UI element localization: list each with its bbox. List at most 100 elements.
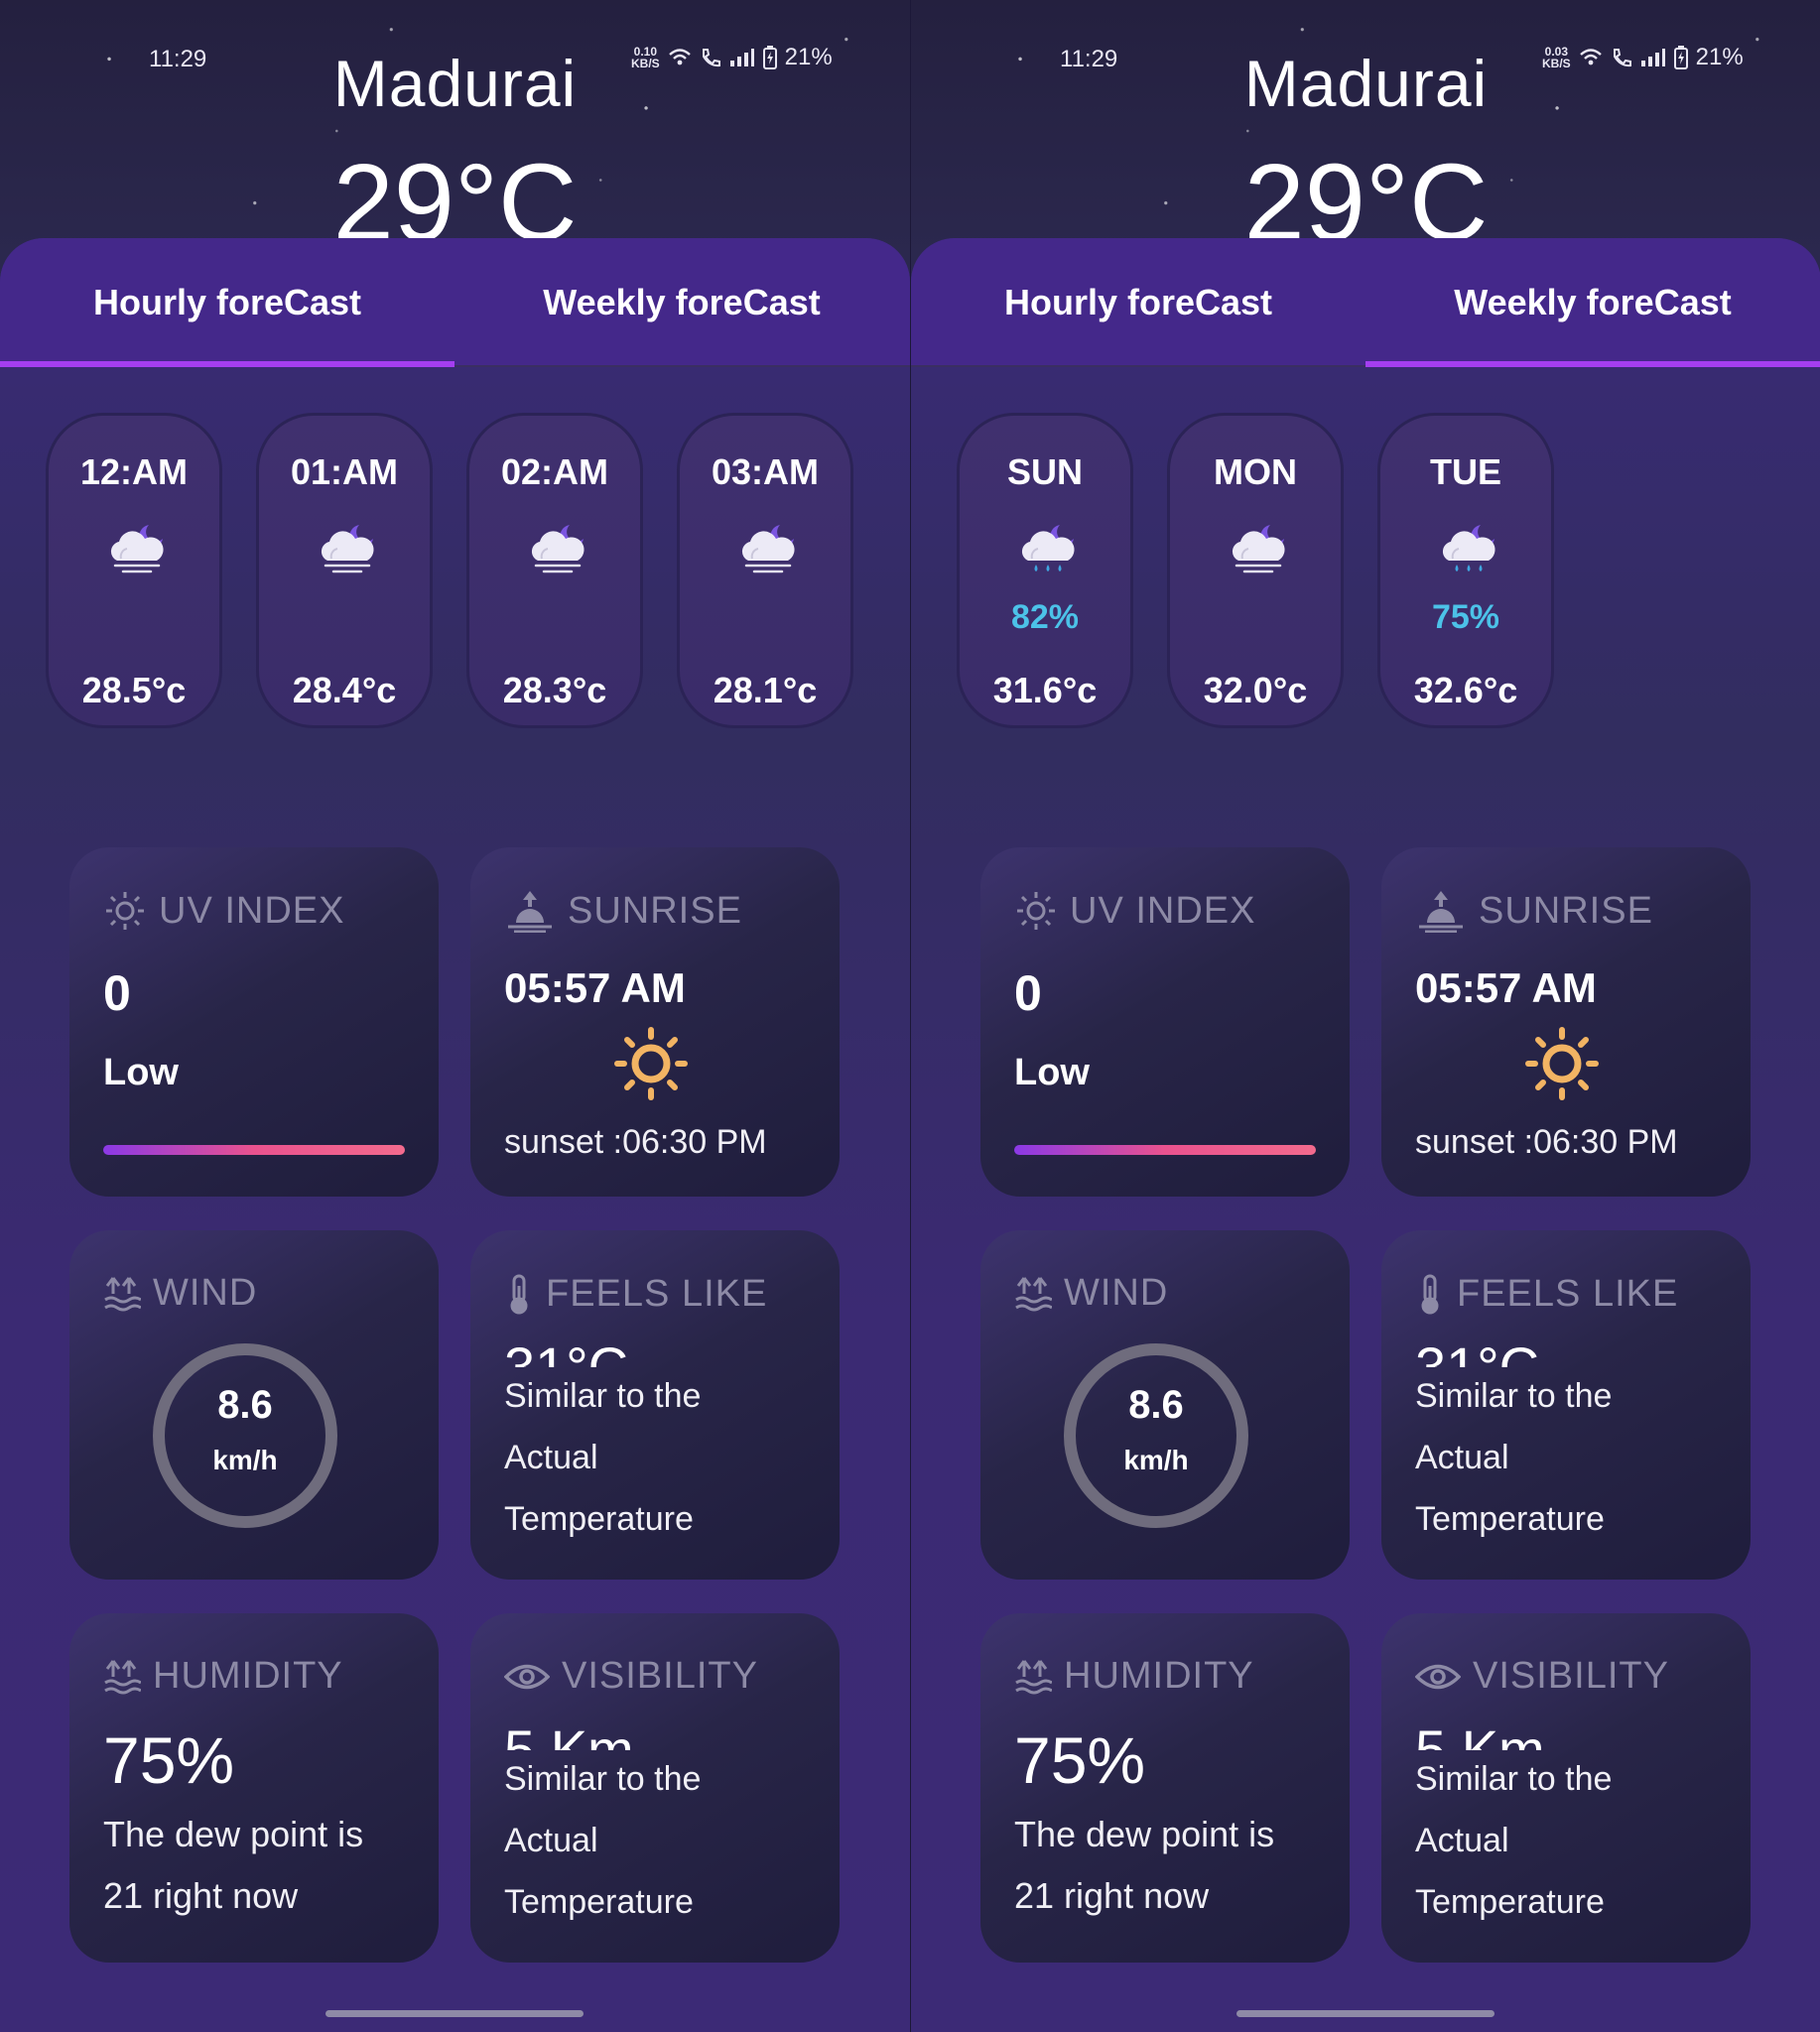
sunrise-icon xyxy=(508,891,552,933)
forecast-temperature: 28.4°c xyxy=(292,670,397,710)
uv-index-value: 0 xyxy=(1014,965,1042,1021)
humidity-line: The dew point is xyxy=(1014,1814,1275,1854)
visibility-line: Actual xyxy=(504,1822,598,1859)
humidity-card: HUMIDITY 75% The dew point is 21 right n… xyxy=(980,1613,1350,1963)
hourly-forecast-card[interactable]: 02:AM 28.3°c xyxy=(466,413,643,728)
humidity-line: 21 right now xyxy=(103,1875,299,1916)
eye-icon xyxy=(1415,1664,1461,1689)
sun-icon xyxy=(1525,1027,1599,1100)
wind-icon xyxy=(1015,1276,1052,1311)
visibility-value: 5 Km xyxy=(504,1722,634,1750)
visibility-value: 5 Km xyxy=(1415,1722,1545,1750)
humidity-header: HUMIDITY xyxy=(1014,1655,1254,1698)
sunrise-header: SUNRISE xyxy=(504,889,742,933)
sunrise-title: SUNRISE xyxy=(1479,889,1653,932)
forecast-hour: 12:AM xyxy=(79,451,189,492)
humidity-value: 75% xyxy=(103,1723,235,1797)
uv-index-card: UV INDEX 0 Low xyxy=(69,847,439,1197)
thermometer-icon xyxy=(1421,1274,1439,1315)
forecast-hour: 03:AM xyxy=(711,451,820,492)
current-temperature: 29°C xyxy=(332,149,578,240)
feels-like-value: 31°C xyxy=(504,1339,628,1367)
tab-weekly-forecast[interactable]: Weekly foreCast xyxy=(455,238,909,367)
cloudy-night-icon xyxy=(110,525,164,573)
wind-title: WIND xyxy=(153,1272,258,1314)
visibility-header: VISIBILITY xyxy=(504,1655,758,1698)
visibility-card: VISIBILITY 5 Km Similar to the Actual Te… xyxy=(470,1613,840,1963)
feels-like-line: Similar to the xyxy=(1415,1377,1613,1415)
visibility-card: VISIBILITY 5 Km Similar to the Actual Te… xyxy=(1381,1613,1751,1963)
tab-weekly-forecast[interactable]: Weekly foreCast xyxy=(1365,238,1820,367)
feels-like-value: 31°C xyxy=(1415,1339,1539,1367)
home-indicator[interactable] xyxy=(325,2010,584,2017)
wind-speed-value: 8.6 xyxy=(1128,1383,1184,1427)
forecast-tabs: Hourly foreCast Weekly foreCast xyxy=(911,238,1820,367)
humidity-line: 21 right now xyxy=(1014,1875,1210,1916)
uv-index-title: UV INDEX xyxy=(1070,889,1256,932)
sun-icon xyxy=(614,1027,688,1100)
feels-like-line: Actual xyxy=(1415,1439,1509,1476)
rain-probability: 75% xyxy=(1431,598,1500,636)
humidity-header: HUMIDITY xyxy=(103,1655,343,1698)
feels-like-header: FEELS LIKE xyxy=(504,1272,767,1316)
sunrise-card: SUNRISE 05:57 AM sunset :06:30 PM xyxy=(1381,847,1751,1197)
forecast-temperature: 32.6°c xyxy=(1413,670,1518,710)
cloudy-night-icon xyxy=(1232,525,1285,573)
sunrise-header: SUNRISE xyxy=(1415,889,1653,933)
sunset-time: sunset :06:30 PM xyxy=(504,1123,767,1161)
thermometer-icon xyxy=(510,1274,528,1315)
home-indicator[interactable] xyxy=(1236,2010,1495,2017)
uv-index-header: UV INDEX xyxy=(1014,889,1255,933)
sunrise-card: SUNRISE 05:57 AM sunset :06:30 PM xyxy=(470,847,840,1197)
wind-title: WIND xyxy=(1064,1272,1169,1314)
tab-hourly-forecast[interactable]: Hourly foreCast xyxy=(911,238,1365,367)
forecast-temperature: 32.0°c xyxy=(1203,670,1308,710)
uv-index-level: Low xyxy=(1014,1052,1090,1093)
humidity-icon xyxy=(104,1659,141,1694)
uv-index-value: 0 xyxy=(103,965,131,1021)
sunrise-title: SUNRISE xyxy=(568,889,742,932)
hourly-forecast-card[interactable]: 01:AM 28.4°c xyxy=(256,413,433,728)
weekly-forecast-card[interactable]: TUE 75% 32.6°c xyxy=(1377,413,1554,728)
wind-header: WIND xyxy=(103,1272,257,1315)
weekly-forecast-card[interactable]: SUN 82% 31.6°c xyxy=(957,413,1133,728)
uv-index-header: UV INDEX xyxy=(103,889,344,933)
hourly-forecast-card[interactable]: 03:AM 28.1°c xyxy=(677,413,853,728)
forecast-day: SUN xyxy=(1006,451,1083,492)
visibility-line: Similar to the xyxy=(1415,1760,1613,1798)
humidity-title: HUMIDITY xyxy=(153,1655,343,1697)
wind-card: WIND 8.6 km/h xyxy=(69,1230,439,1580)
sunset-time: sunset :06:30 PM xyxy=(1415,1123,1678,1161)
current-temperature: 29°C xyxy=(1243,149,1489,240)
forecast-temperature: 28.3°c xyxy=(502,670,607,710)
weather-screen-weekly: 11:29 0.03 KB/S 21% Madurai 29°C Hourly … xyxy=(910,0,1820,2032)
visibility-line: Temperature xyxy=(504,1883,694,1921)
humidity-card: HUMIDITY 75% The dew point is 21 right n… xyxy=(69,1613,439,1963)
visibility-description: Similar to the Actual Temperature xyxy=(1415,1748,1612,1933)
forecast-tabs: Hourly foreCast Weekly foreCast xyxy=(0,238,910,367)
wind-speed-unit: km/h xyxy=(1123,1445,1189,1475)
humidity-description: The dew point is 21 right now xyxy=(103,1804,363,1927)
hourly-forecast-card[interactable]: 12:AM 28.5°c xyxy=(46,413,222,728)
feels-like-card: FEELS LIKE 31°C Similar to the Actual Te… xyxy=(470,1230,840,1580)
humidity-icon xyxy=(1015,1659,1052,1694)
humidity-description: The dew point is 21 right now xyxy=(1014,1804,1274,1927)
weekly-forecast-card[interactable]: MON 32.0°c xyxy=(1167,413,1344,728)
forecast-day: MON xyxy=(1214,451,1297,492)
weather-screen-hourly: 11:29 0.10 KB/S 21% Madurai 29°C Hourly … xyxy=(0,0,910,2032)
uv-sun-icon xyxy=(1017,892,1055,930)
wind-header: WIND xyxy=(1014,1272,1168,1315)
forecast-day: TUE xyxy=(1430,451,1501,492)
tab-hourly-forecast[interactable]: Hourly foreCast xyxy=(0,238,455,367)
uv-index-bar xyxy=(103,1145,405,1155)
feels-like-line: Similar to the xyxy=(504,1377,702,1415)
sunrise-time: 05:57 AM xyxy=(1415,964,1597,1011)
wind-gauge-ring xyxy=(1064,1343,1248,1528)
uv-index-level: Low xyxy=(103,1052,179,1093)
rain-night-icon xyxy=(1021,525,1075,572)
forecast-temperature: 28.1°c xyxy=(713,670,818,710)
cloudy-night-icon xyxy=(531,525,585,573)
uv-index-card: UV INDEX 0 Low xyxy=(980,847,1350,1197)
feels-like-title: FEELS LIKE xyxy=(1457,1272,1679,1315)
feels-like-title: FEELS LIKE xyxy=(546,1272,768,1315)
